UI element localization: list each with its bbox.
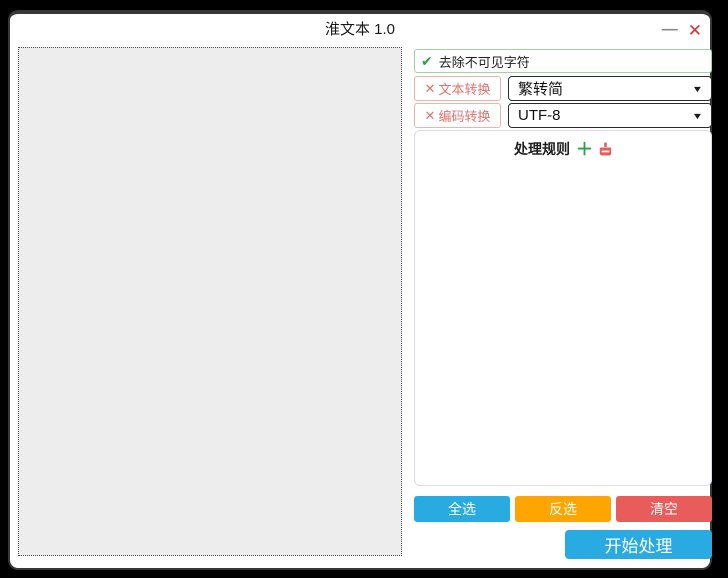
titlebar[interactable]: 淮文本 1.0 — ✕ — [10, 14, 710, 46]
encode-convert-row: ✕ 编码转换 UTF-8 ▼ — [414, 103, 712, 128]
encode-convert-select[interactable]: UTF-8 ▼ — [508, 103, 712, 128]
minimize-icon[interactable]: — — [662, 22, 678, 38]
add-rule-icon[interactable]: ＋ — [576, 141, 593, 158]
remove-invisible-toggle[interactable]: ✔ 去除不可见字符 — [414, 49, 712, 73]
encode-convert-label: 编码转换 — [438, 106, 490, 125]
check-icon: ✔ — [421, 53, 433, 70]
window-controls: — ✕ — [662, 14, 702, 46]
encode-convert-toggle[interactable]: ✕ 编码转换 — [414, 103, 501, 128]
rules-title: 处理规则 — [514, 139, 570, 159]
close-icon[interactable]: ✕ — [688, 22, 702, 39]
rules-header: 处理规则 ＋ — [415, 131, 711, 159]
encode-convert-value: UTF-8 — [518, 107, 693, 124]
x-icon: ✕ — [425, 81, 436, 97]
invert-select-button[interactable]: 反选 — [515, 496, 611, 522]
text-convert-row: ✕ 文本转换 繁转简 ▼ — [414, 76, 712, 101]
text-convert-toggle[interactable]: ✕ 文本转换 — [414, 76, 501, 101]
clear-button[interactable]: 清空 — [616, 496, 712, 522]
rules-panel: 处理规则 ＋ — [414, 130, 712, 486]
text-convert-label: 文本转换 — [438, 79, 490, 98]
window-title: 淮文本 1.0 — [10, 14, 710, 46]
chevron-down-icon: ▼ — [692, 84, 704, 94]
selection-buttons: 全选 反选 清空 — [414, 496, 712, 522]
select-all-button[interactable]: 全选 — [414, 496, 510, 522]
file-drop-area[interactable] — [18, 47, 402, 556]
start-process-button[interactable]: 开始处理 — [565, 530, 712, 559]
app-window: 淮文本 1.0 — ✕ ✔ 去除不可见字符 ✕ 文本转换 繁转简 ▼ ✕ 编码转… — [8, 10, 712, 570]
clear-rules-brush-icon[interactable] — [599, 142, 612, 157]
chevron-down-icon: ▼ — [692, 111, 704, 121]
text-convert-value: 繁转简 — [518, 78, 693, 99]
text-convert-select[interactable]: 繁转简 ▼ — [508, 76, 712, 101]
x-icon: ✕ — [425, 108, 436, 124]
remove-invisible-label: 去除不可见字符 — [439, 52, 530, 71]
